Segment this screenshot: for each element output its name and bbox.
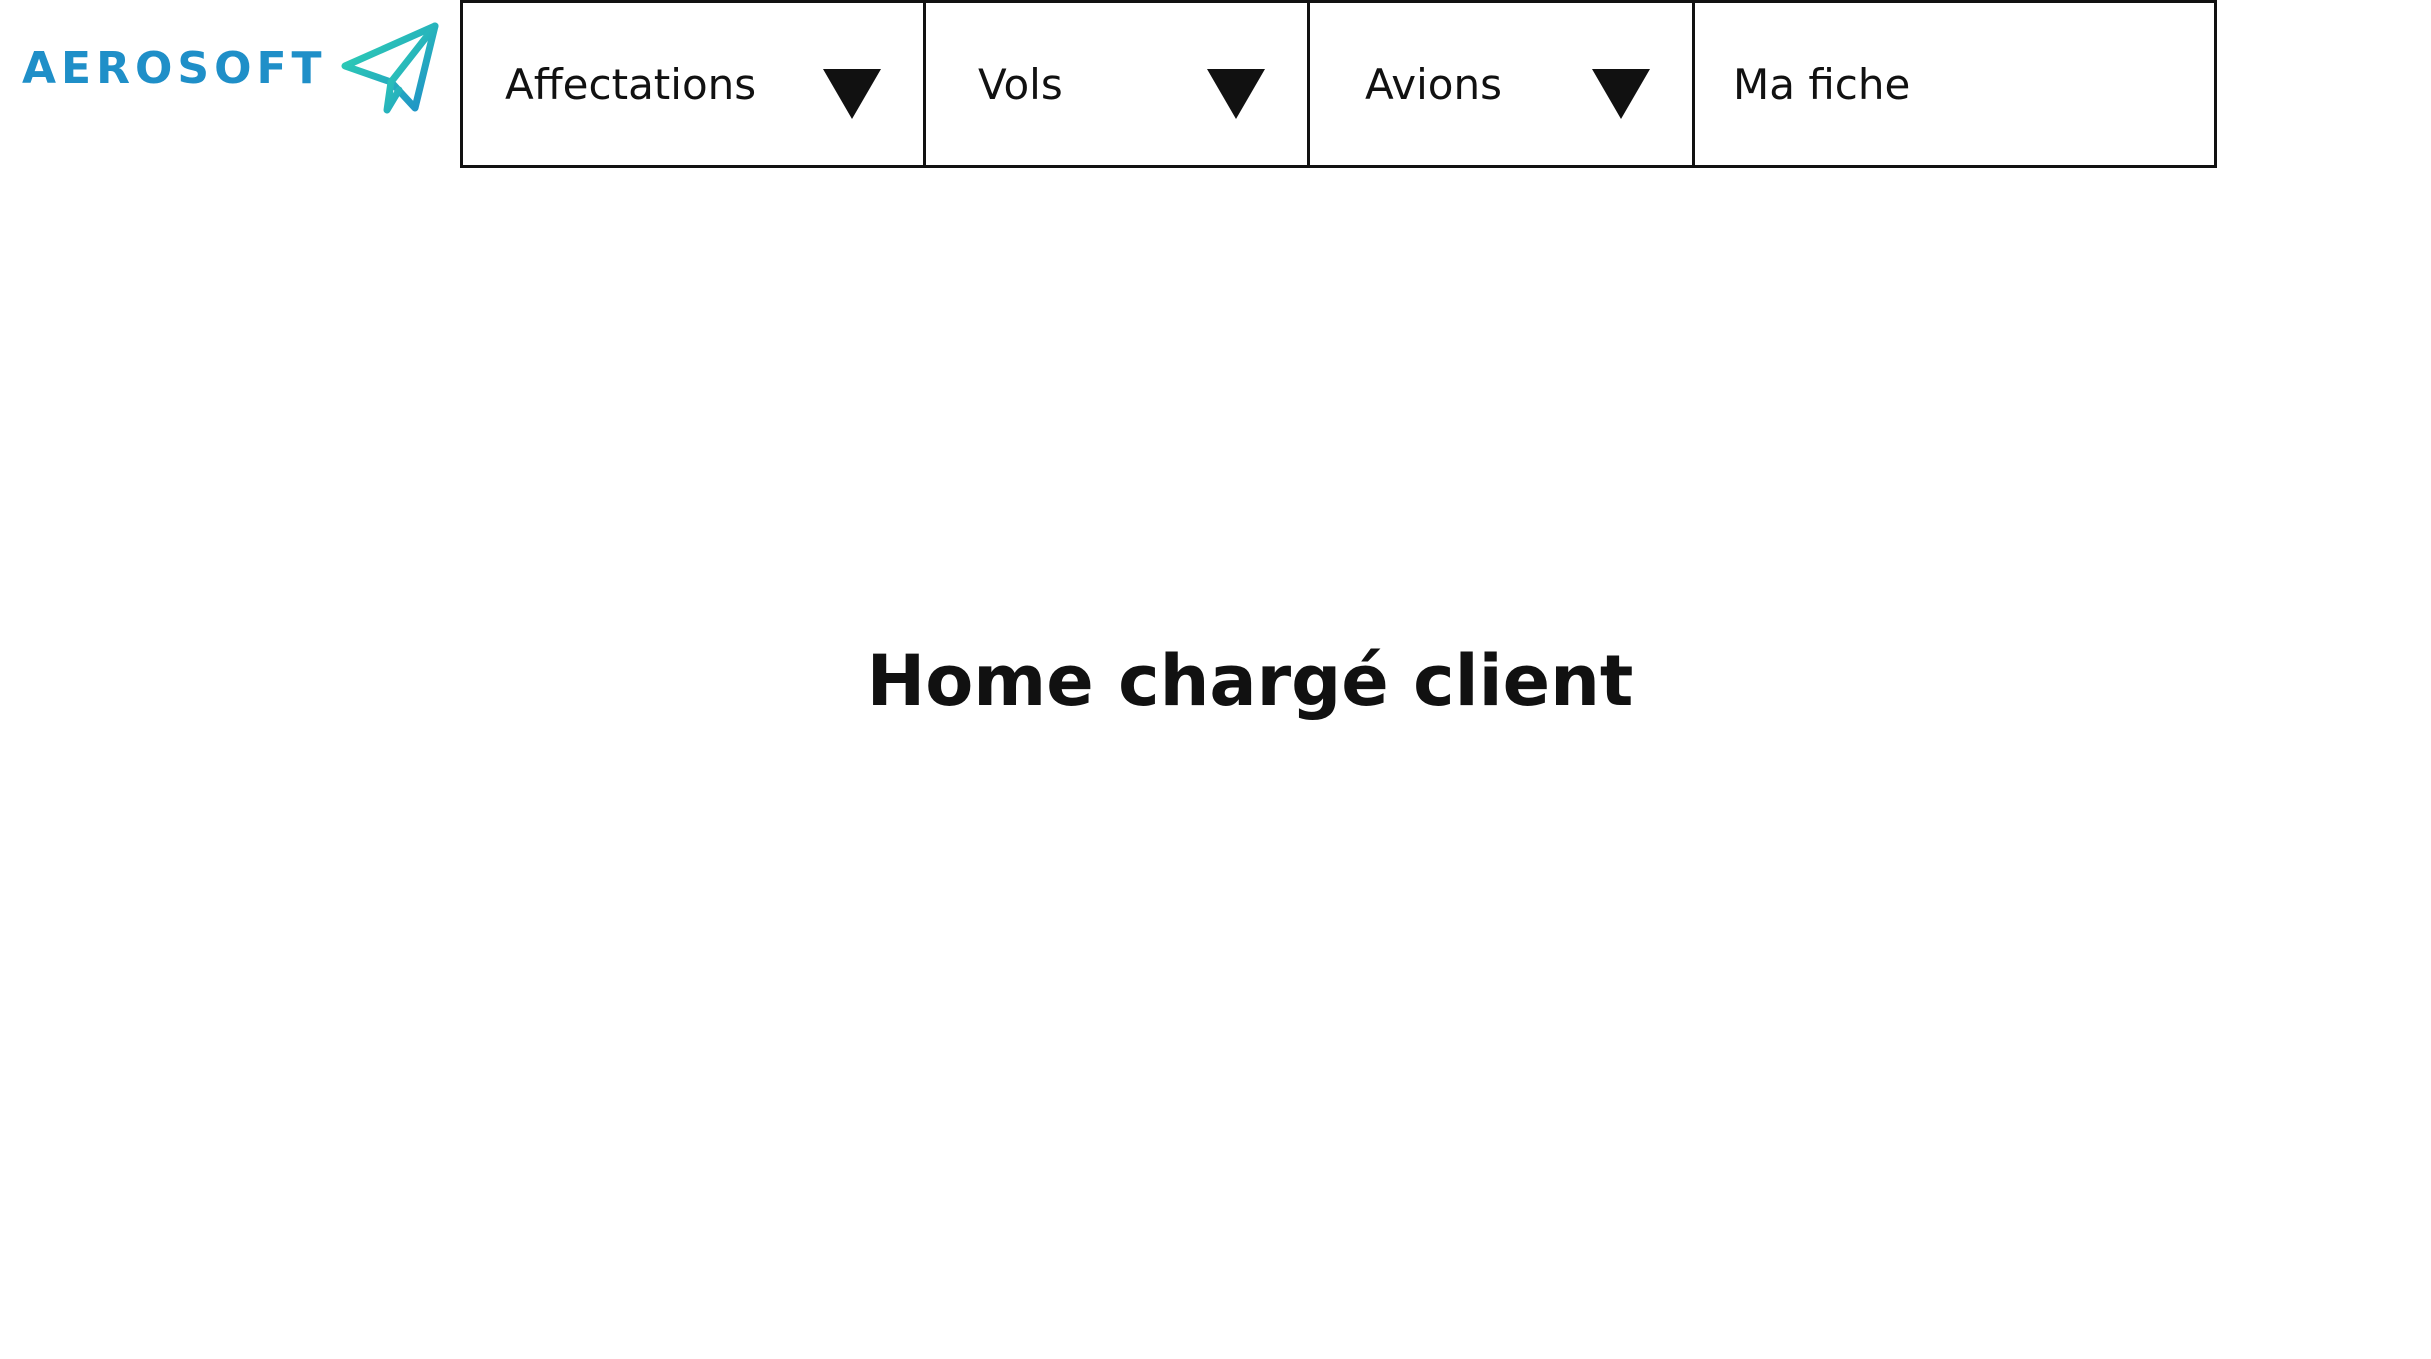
main-navbar: Affectations Vols Avions Ma fiche xyxy=(460,0,2217,168)
nav-item-label: Ma fiche xyxy=(1733,59,1911,109)
nav-item-affectations[interactable]: Affectations xyxy=(460,0,926,168)
triangle-down-icon[interactable] xyxy=(1592,69,1650,119)
page-title: Home chargé client xyxy=(866,640,1634,722)
nav-item-label: Affectations xyxy=(505,59,757,109)
page: AEROSOFT Affectations Vols Avions Ma fic… xyxy=(0,0,2431,1359)
paper-plane-icon xyxy=(341,22,439,114)
triangle-down-icon[interactable] xyxy=(823,69,881,119)
nav-item-label: Vols xyxy=(978,59,1063,109)
nav-item-vols[interactable]: Vols xyxy=(923,0,1310,168)
triangle-down-icon[interactable] xyxy=(1207,69,1265,119)
nav-item-label: Avions xyxy=(1365,59,1502,109)
nav-item-avions[interactable]: Avions xyxy=(1307,0,1695,168)
brand-name: AEROSOFT xyxy=(22,42,327,94)
brand-logo[interactable]: AEROSOFT xyxy=(22,18,442,118)
nav-item-ma-fiche[interactable]: Ma fiche xyxy=(1692,0,2217,168)
